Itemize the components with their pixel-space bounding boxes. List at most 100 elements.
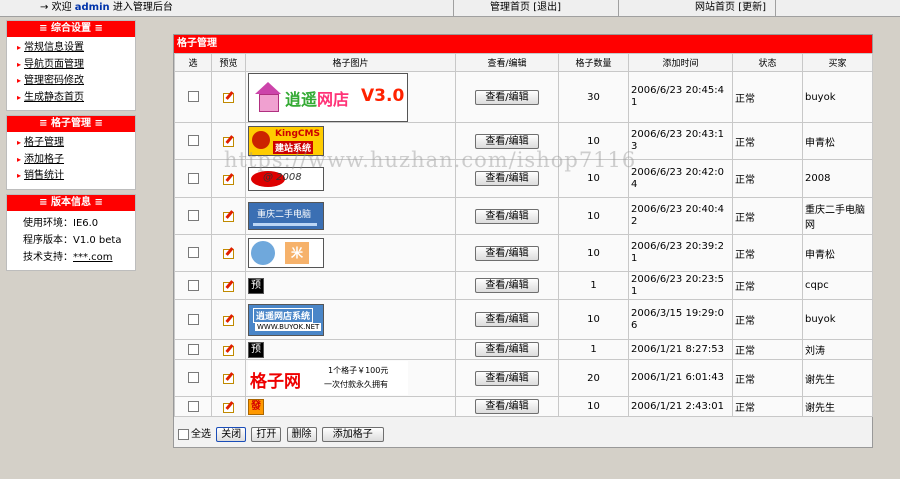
grid-quantity: 10	[558, 299, 629, 340]
row-checkbox[interactable]	[187, 172, 199, 184]
admin-home-link[interactable]: 管理首页	[490, 2, 530, 13]
preview-edit-icon[interactable]	[222, 343, 235, 356]
status-text: 正常	[732, 299, 803, 340]
view-edit-button[interactable]: 查看/编辑	[475, 370, 539, 386]
panel-title: ≡ 版本信息 ≡	[7, 194, 135, 211]
view-edit-button[interactable]: 查看/编辑	[475, 133, 539, 149]
select-all-label: 全选	[191, 429, 211, 440]
preview-edit-icon[interactable]	[222, 313, 235, 326]
table-footer: 全选 关闭 打开 删除 添加格子	[178, 427, 384, 443]
close-button[interactable]: 关闭	[216, 427, 247, 442]
buyer-name: 刘涛	[802, 339, 873, 360]
grid-quantity: 10	[558, 122, 629, 160]
open-button[interactable]: 打开	[251, 427, 282, 442]
preview-edit-icon[interactable]	[222, 91, 235, 104]
grid-quantity: 10	[558, 234, 629, 272]
added-time: 2006/6/23 20:45:41	[628, 71, 733, 123]
banner-gezi-wang: 格子网 1个格子￥100元 一次付款永久拥有	[248, 361, 408, 395]
bullet-arrow-icon: ▸	[17, 171, 22, 180]
buyer-name: 申青松	[802, 122, 873, 160]
table-row: 重庆二手电脑 查看/编辑 10 2006/6/23 20:40:42 正常 重庆…	[174, 197, 873, 235]
buyer-name: 重庆二手电脑网	[802, 197, 873, 235]
admin-username: admin	[74, 2, 110, 13]
bullet-arrow-icon: ▸	[17, 92, 22, 102]
buyer-name: 2008	[802, 159, 873, 198]
added-time: 2006/6/23 20:39:21	[628, 234, 733, 272]
added-time: 2006/1/21 2:43:01	[628, 396, 733, 417]
preview-edit-icon[interactable]	[222, 135, 235, 148]
sidebar-item-sales-stats[interactable]: ▸ 销售统计	[17, 168, 135, 185]
table-header: 选 预览 格子图片 查看/编辑 格子数量 添加时间 状态 买家	[174, 53, 873, 72]
preview-edit-icon[interactable]	[222, 279, 235, 292]
view-edit-button[interactable]: 查看/编辑	[475, 208, 539, 224]
row-checkbox[interactable]	[187, 210, 199, 222]
col-image: 格子图片	[245, 53, 456, 72]
bullet-arrow-icon: ▸	[17, 138, 22, 147]
view-edit-button[interactable]: 查看/编辑	[475, 312, 539, 327]
status-text: 正常	[732, 159, 803, 198]
sidebar: ≡ 综合设置 ≡ ▸ 常规信息设置 ▸ 导航页面管理 ▸ 管理密码修改 ▸ 生成静态首页…	[6, 20, 136, 275]
buyer-name: 申青松	[802, 234, 873, 272]
banner-mi: 米	[248, 238, 324, 268]
sidebar-item-change-password[interactable]: ▸ 管理密码修改	[17, 73, 135, 90]
row-checkbox[interactable]	[187, 400, 199, 412]
status-text: 正常	[732, 197, 803, 235]
col-select: 选	[174, 53, 212, 72]
sidebar-item-generate-home[interactable]: ▸ 生成静态首页	[17, 90, 135, 107]
added-time: 2006/6/23 20:40:42	[628, 197, 733, 235]
logout-link[interactable]: [退出]	[533, 2, 561, 13]
preview-edit-icon[interactable]	[222, 172, 235, 185]
preview-edit-icon[interactable]	[222, 400, 235, 413]
row-checkbox[interactable]	[187, 372, 199, 384]
view-edit-button[interactable]: 查看/编辑	[475, 171, 539, 186]
buyer-name: buyok	[802, 71, 873, 123]
added-time: 2006/6/23 20:42:04	[628, 159, 733, 198]
row-checkbox[interactable]	[187, 135, 199, 147]
col-status: 状态	[732, 53, 803, 72]
row-checkbox[interactable]	[187, 91, 199, 103]
status-text: 正常	[732, 122, 803, 160]
delete-button[interactable]: 删除	[286, 427, 317, 442]
panel-general-settings: ≡ 综合设置 ≡ ▸ 常规信息设置 ▸ 导航页面管理 ▸ 管理密码修改 ▸ 生成静态首页	[6, 20, 136, 111]
site-home-link[interactable]: 网站首页	[695, 2, 735, 13]
placeholder-yu-icon: 预	[248, 341, 264, 358]
table-row: 逍遥网店 V3.0 查看/编辑 30 2006/6/23 20:45:41 正常…	[174, 71, 873, 123]
sidebar-item-nav-pages[interactable]: ▸ 导航页面管理	[17, 57, 135, 74]
view-edit-button[interactable]: 查看/编辑	[475, 342, 539, 357]
page-title: 格子管理	[174, 35, 872, 53]
added-time: 2006/1/21 6:01:43	[628, 359, 733, 397]
view-edit-button[interactable]: 查看/编辑	[475, 278, 539, 293]
banner-2008: @ 2008	[248, 166, 324, 191]
add-grid-button[interactable]: 添加格子	[321, 427, 384, 442]
select-all-checkbox[interactable]	[178, 428, 189, 440]
table-row: 预 查看/编辑 1 2006/6/23 20:23:51 正常 cqpc	[174, 271, 873, 300]
status-text: 正常	[732, 339, 803, 360]
preview-edit-icon[interactable]	[222, 210, 235, 223]
status-text: 正常	[732, 271, 803, 300]
sidebar-item-general-info[interactable]: ▸ 常规信息设置	[17, 40, 135, 57]
row-checkbox[interactable]	[187, 313, 199, 325]
added-time: 2006/6/23 20:43:13	[628, 122, 733, 160]
row-checkbox[interactable]	[187, 343, 199, 355]
status-text: 正常	[732, 396, 803, 417]
col-quantity: 格子数量	[558, 53, 629, 72]
grid-table: 选 预览 格子图片 查看/编辑 格子数量 添加时间 状态 买家 逍遥网店 V3.…	[174, 53, 873, 417]
preview-edit-icon[interactable]	[222, 372, 235, 385]
sidebar-item-add-grid[interactable]: ▸ 添加格子	[17, 152, 135, 169]
view-edit-button[interactable]: 查看/编辑	[475, 245, 539, 261]
row-checkbox[interactable]	[187, 279, 199, 291]
row-checkbox[interactable]	[187, 247, 199, 259]
support-link[interactable]: ***.com	[73, 252, 113, 263]
panel-title: ≡ 格子管理 ≡	[7, 116, 135, 132]
preview-edit-icon[interactable]	[222, 247, 235, 260]
view-edit-button[interactable]: 查看/编辑	[475, 89, 539, 105]
bullet-arrow-icon: ▸	[17, 59, 22, 69]
table-row: 预 查看/编辑 1 2006/1/21 8:27:53 正常 刘涛	[174, 339, 873, 360]
added-time: 2006/6/23 20:23:51	[628, 271, 733, 300]
view-edit-button[interactable]: 查看/编辑	[475, 399, 539, 414]
placeholder-yu-icon: 预	[248, 277, 264, 294]
buyer-name: buyok	[802, 299, 873, 340]
sidebar-item-grid-manage[interactable]: ▸ 格子管理	[17, 135, 135, 152]
grid-quantity: 10	[558, 396, 629, 417]
update-link[interactable]: [更新]	[738, 2, 766, 13]
